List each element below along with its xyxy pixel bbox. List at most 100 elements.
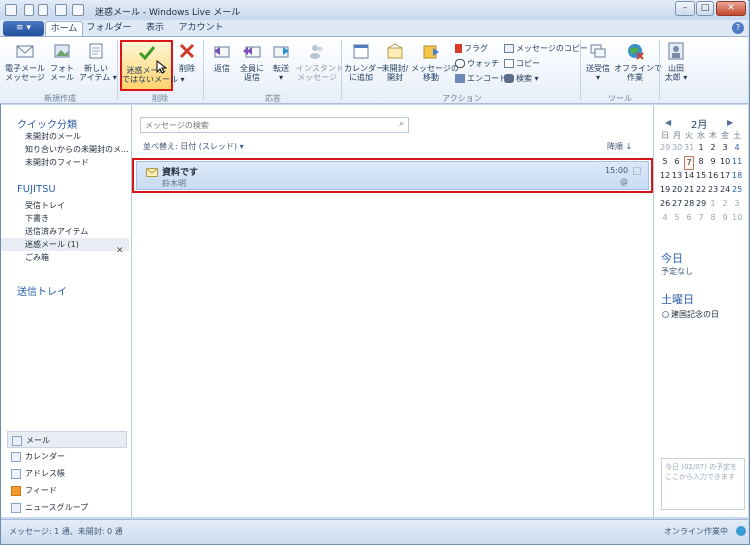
calendar-day[interactable]: 17 bbox=[720, 170, 730, 182]
folder-trash[interactable]: ごみ箱 bbox=[1, 251, 129, 264]
calendar-day[interactable]: 29 bbox=[696, 198, 706, 210]
photo-email-button[interactable]: フォト メール bbox=[48, 42, 76, 82]
folder-junk[interactable]: 迷惑メール (1) bbox=[1, 238, 129, 251]
calendar-day[interactable]: 31 bbox=[684, 142, 694, 154]
calendar-day[interactable]: 7 bbox=[684, 156, 694, 170]
reply-button[interactable]: 返信 bbox=[208, 42, 236, 73]
search-box[interactable]: ⌕ bbox=[140, 117, 409, 133]
quick-access-customize-icon[interactable] bbox=[72, 4, 84, 16]
calendar-day[interactable]: 18 bbox=[732, 170, 742, 182]
tab-home[interactable]: ホーム bbox=[45, 21, 83, 37]
calendar-day[interactable]: 4 bbox=[660, 212, 670, 224]
flag-placeholder-icon[interactable] bbox=[633, 167, 641, 175]
quick-view-unread-contacts[interactable]: 知り合いからの未開封のメ... bbox=[1, 143, 129, 156]
move-message-button[interactable]: メッセージの 移動 bbox=[411, 42, 459, 82]
calendar-day[interactable]: 12 bbox=[660, 170, 670, 182]
calendar-day[interactable]: 26 bbox=[660, 198, 670, 210]
copy-to-folder-button[interactable]: メッセージのコピー bbox=[504, 43, 588, 55]
calendar-day[interactable]: 14 bbox=[684, 170, 694, 182]
calendar-day[interactable]: 1 bbox=[708, 198, 718, 210]
calendar-day[interactable]: 4 bbox=[732, 142, 742, 154]
nav-feeds[interactable]: フィード bbox=[7, 482, 127, 499]
calendar-day[interactable]: 16 bbox=[708, 170, 718, 182]
nav-calendar[interactable]: カレンダー bbox=[7, 448, 127, 465]
message-row[interactable]: 資料です 鈴木明 15:00 @ bbox=[136, 161, 649, 190]
help-icon[interactable]: ? bbox=[732, 22, 744, 34]
send-receive-button[interactable]: 送受信 ▾ bbox=[583, 42, 613, 82]
forward-button[interactable]: 転送 ▾ bbox=[268, 42, 294, 82]
new-item-button[interactable]: 新しい アイテム ▾ bbox=[79, 42, 117, 82]
folder-drafts[interactable]: 下書き bbox=[1, 212, 129, 225]
calendar-day[interactable]: 7 bbox=[696, 212, 706, 224]
calendar-day[interactable]: 6 bbox=[684, 212, 694, 224]
folder-sent-items[interactable]: 送信済みアイテム bbox=[1, 225, 129, 238]
calendar-day[interactable]: 22 bbox=[696, 184, 706, 196]
calendar-day[interactable]: 19 bbox=[660, 184, 670, 196]
calendar-day[interactable]: 10 bbox=[732, 212, 742, 224]
watch-button[interactable]: ウォッチ bbox=[455, 58, 499, 70]
quick-views-heading[interactable]: クイック分類 bbox=[17, 116, 77, 131]
send-receive-icon[interactable] bbox=[55, 4, 67, 16]
tab-account[interactable]: アカウント bbox=[177, 21, 225, 37]
minimize-button[interactable]: – bbox=[675, 1, 695, 16]
nav-newsgroups[interactable]: ニュースグループ bbox=[7, 499, 127, 516]
tab-folder[interactable]: フォルダー bbox=[86, 21, 132, 37]
unread-read-button[interactable]: 未開封/ 開封 bbox=[380, 42, 410, 82]
calendar-day[interactable]: 27 bbox=[672, 198, 682, 210]
calendar-day[interactable]: 10 bbox=[720, 156, 730, 168]
copy-button[interactable]: コピー bbox=[504, 58, 540, 70]
reply-all-button[interactable]: 全員に 返信 bbox=[238, 42, 266, 82]
calendar-day[interactable]: 25 bbox=[732, 184, 742, 196]
instant-message-button[interactable]: インスタント メッセージ bbox=[296, 42, 344, 82]
new-icon[interactable] bbox=[24, 4, 34, 16]
folder-inbox[interactable]: 受信トレイ bbox=[1, 199, 129, 212]
calendar-day[interactable]: 13 bbox=[672, 170, 682, 182]
calendar-day[interactable]: 2 bbox=[708, 142, 718, 154]
calendar-day[interactable]: 21 bbox=[684, 184, 694, 196]
sort-order-toggle[interactable]: 降順 ↓ bbox=[607, 141, 632, 152]
calendar-prev-button[interactable]: ◀ bbox=[665, 118, 671, 127]
calendar-day[interactable]: 5 bbox=[660, 156, 670, 168]
add-to-calendar-button[interactable]: カレンダー に追加 bbox=[344, 42, 384, 82]
delete-button[interactable]: 削除 bbox=[175, 42, 199, 73]
junk-folder-close-icon[interactable]: ✕ bbox=[116, 246, 124, 256]
outbox-heading[interactable]: 送信トレイ bbox=[17, 283, 67, 298]
close-button[interactable]: ✕ bbox=[716, 1, 746, 16]
calendar-day[interactable]: 8 bbox=[696, 156, 706, 168]
restore-button[interactable]: □ bbox=[696, 1, 714, 16]
event-item[interactable]: 建国記念の日 bbox=[662, 309, 719, 320]
nav-contacts[interactable]: アドレス帳 bbox=[7, 465, 127, 482]
file-menu-button[interactable]: ≡ ▾ bbox=[3, 21, 44, 36]
search-input[interactable] bbox=[145, 119, 385, 132]
calendar-day[interactable]: 3 bbox=[732, 198, 742, 210]
calendar-day[interactable]: 2 bbox=[720, 198, 730, 210]
calendar-day[interactable]: 8 bbox=[708, 212, 718, 224]
encode-button[interactable]: エンコード bbox=[455, 73, 507, 85]
tab-view[interactable]: 表示 bbox=[138, 21, 172, 37]
calendar-day[interactable]: 3 bbox=[720, 142, 730, 154]
calendar-day[interactable]: 28 bbox=[684, 198, 694, 210]
app-menu-icon[interactable] bbox=[5, 4, 17, 16]
calendar-day[interactable]: 29 bbox=[660, 142, 670, 154]
quick-view-unread-mail[interactable]: 未開封のメール bbox=[1, 130, 129, 143]
calendar-day[interactable]: 5 bbox=[672, 212, 682, 224]
account-heading[interactable]: FUJITSU bbox=[17, 184, 56, 195]
calendar-day[interactable]: 15 bbox=[696, 170, 706, 182]
calendar-day[interactable]: 30 bbox=[672, 142, 682, 154]
calendar-day[interactable]: 9 bbox=[708, 156, 718, 168]
nav-mail[interactable]: メール bbox=[7, 431, 127, 448]
sort-dropdown[interactable]: 並べ替え: 日付 (スレッド) ▾ bbox=[143, 141, 244, 152]
search-icon[interactable]: ⌕ bbox=[399, 119, 404, 129]
calendar-day[interactable]: 9 bbox=[720, 212, 730, 224]
calendar-day[interactable]: 20 bbox=[672, 184, 682, 196]
calendar-day[interactable]: 6 bbox=[672, 156, 682, 168]
calendar-day[interactable]: 11 bbox=[732, 156, 742, 168]
calendar-next-button[interactable]: ▶ bbox=[727, 118, 733, 127]
flag-button[interactable]: フラグ bbox=[455, 43, 488, 55]
quick-add-event-input[interactable]: 今日 (02/07) の予定をここから入力できます bbox=[661, 458, 745, 510]
work-offline-button[interactable]: オフラインで 作業 bbox=[614, 42, 662, 82]
reply-icon[interactable] bbox=[38, 4, 48, 16]
calendar-day[interactable]: 1 bbox=[696, 142, 706, 154]
quick-view-unread-feeds[interactable]: 未開封のフィード bbox=[1, 156, 129, 169]
find-button[interactable]: 検索 ▾ bbox=[504, 73, 539, 85]
